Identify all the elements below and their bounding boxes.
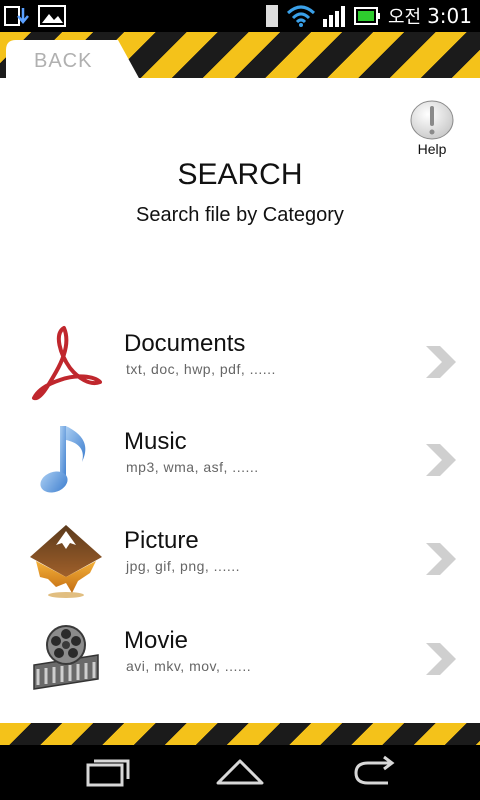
category-formats: txt, doc, hwp, pdf, ...... [126, 361, 276, 377]
category-formats: avi, mkv, mov, ...... [126, 658, 252, 674]
sim-card-icon [265, 5, 278, 27]
clock-ampm: 오전 [387, 7, 422, 28]
category-title: Documents [124, 330, 246, 357]
status-bar: 오전 3:01 [0, 0, 480, 32]
category-formats: mp3, wma, asf, ...... [126, 459, 259, 475]
wifi-icon [286, 5, 315, 27]
home-icon[interactable] [200, 753, 280, 793]
category-title: Music [124, 428, 187, 455]
music-note-icon [40, 426, 86, 493]
clock-time: 3:01 [427, 4, 472, 28]
pdf-document-icon [32, 326, 102, 401]
download-notification-icon [4, 6, 29, 26]
chevron-right-icon [426, 543, 456, 575]
hazard-stripe-footer [0, 723, 480, 745]
category-formats: jpg, gif, png, ...... [126, 558, 241, 574]
category-title: Picture [124, 527, 199, 554]
page-title: SEARCH [177, 158, 303, 191]
back-nav-icon[interactable] [334, 753, 414, 793]
chevron-right-icon [426, 643, 456, 675]
chevron-right-icon [426, 346, 456, 378]
recent-apps-icon[interactable] [68, 753, 148, 793]
category-title: Movie [124, 627, 189, 654]
battery-icon [353, 7, 380, 25]
help-button[interactable]: Help [408, 100, 456, 160]
help-label[interactable]: Help [408, 141, 456, 157]
film-reel-icon [33, 625, 99, 690]
back-button-label[interactable]: BACK [34, 50, 92, 73]
image-notification-icon [38, 5, 66, 27]
signal-icon [322, 6, 345, 27]
category-movie[interactable]: Movie avi, mkv, mov, ...... [0, 617, 480, 707]
page-subtitle: Search file by Category [136, 204, 344, 226]
chevron-right-icon [426, 444, 456, 476]
navigation-bar [0, 745, 480, 800]
exclamation-icon[interactable] [409, 100, 455, 140]
category-documents[interactable]: Documents txt, doc, hwp, pdf, ...... [0, 320, 480, 410]
picture-icon [30, 525, 102, 598]
category-picture[interactable]: Picture jpg, gif, png, ...... [0, 517, 480, 607]
category-music[interactable]: Music mp3, wma, asf, ...... [0, 418, 480, 508]
